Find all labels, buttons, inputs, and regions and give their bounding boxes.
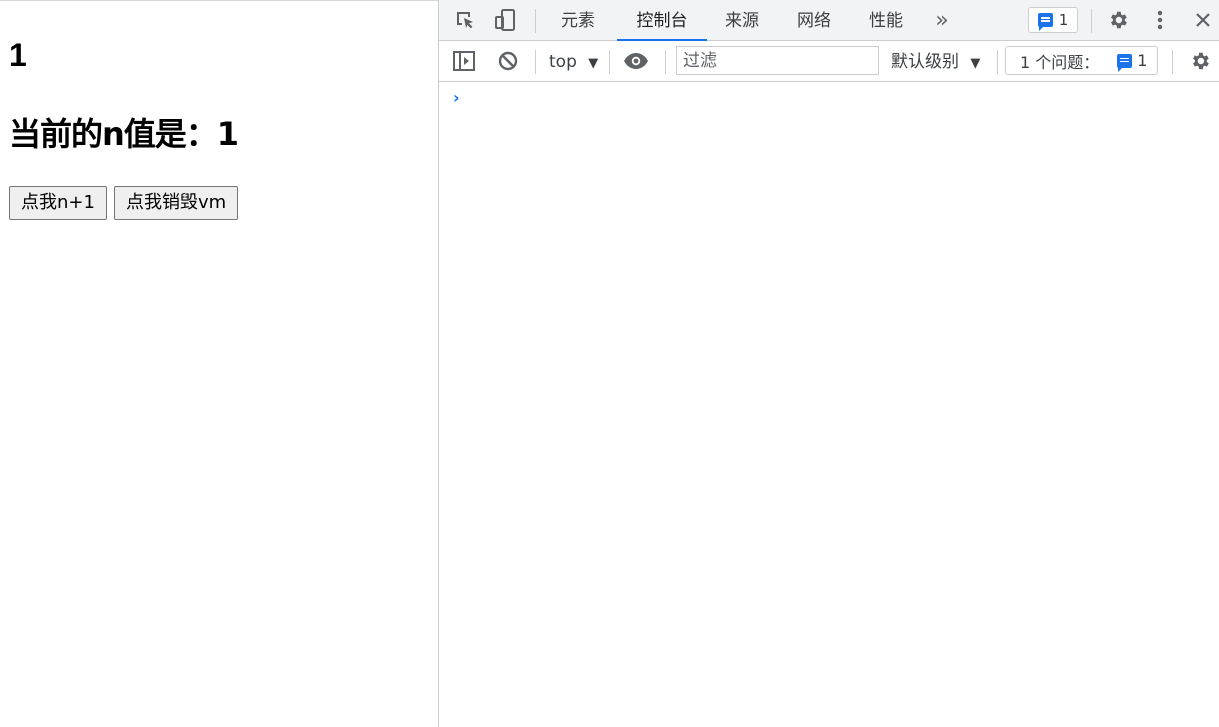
tab-sources[interactable]: 来源	[711, 0, 773, 40]
kebab-menu-icon[interactable]	[1146, 0, 1174, 40]
settings-icon[interactable]	[1103, 0, 1133, 40]
issues-button[interactable]: 1 个问题： 1	[1005, 46, 1158, 75]
settings-icon[interactable]	[1185, 41, 1215, 81]
devtools-tabbar: 元素 控制台 来源 网络 性能 » 1	[439, 0, 1219, 41]
console-toolbar: top ▼ 默认级别 ▼ 1 个问题： 1	[439, 41, 1219, 82]
issues-count: 1	[1137, 51, 1148, 70]
toolbar-divider	[1172, 50, 1173, 74]
tab-elements[interactable]: 元素	[547, 0, 609, 40]
dropdown-arrow-icon: ▼	[588, 56, 599, 71]
issues-label: 1 个问题：	[1020, 52, 1100, 72]
clear-console-icon[interactable]	[495, 41, 521, 81]
context-value: top	[549, 52, 577, 72]
dropdown-arrow-icon: ▼	[970, 56, 981, 71]
toolbar-divider	[1091, 9, 1092, 33]
toolbar-divider	[535, 50, 536, 74]
device-toggle-icon[interactable]	[491, 0, 519, 40]
toolbar-divider	[665, 50, 666, 74]
log-levels-dropdown[interactable]: 默认级别 ▼	[891, 41, 980, 81]
filter-input[interactable]	[676, 46, 879, 75]
issues-icon	[1037, 13, 1053, 31]
issues-badge-button[interactable]: 1	[1028, 7, 1078, 33]
devtools-panel: 元素 控制台 来源 网络 性能 » 1 top ▼ 过滤 默认级别 ▼ 1 个问…	[438, 0, 1219, 727]
eye-icon[interactable]	[621, 41, 651, 81]
tab-performance[interactable]: 性能	[855, 0, 917, 40]
increment-button[interactable]: 点我n+1	[9, 186, 107, 220]
sidebar-toggle-icon[interactable]	[451, 41, 477, 81]
console-prompt[interactable]: ›	[453, 88, 460, 107]
issues-icon	[1117, 53, 1133, 72]
toolbar-divider	[535, 9, 536, 33]
destroy-vm-button[interactable]: 点我销毁vm	[114, 186, 239, 220]
tab-console[interactable]: 控制台	[617, 0, 707, 41]
count-heading: 1	[9, 37, 27, 73]
more-tabs-icon[interactable]: »	[929, 0, 955, 40]
toolbar-divider	[609, 50, 610, 74]
page-viewport: 1 当前的n值是：1 点我n+1 点我销毁vm	[0, 0, 438, 727]
tab-network[interactable]: 网络	[783, 0, 845, 40]
close-icon[interactable]	[1189, 0, 1217, 40]
toolbar-divider	[997, 50, 998, 74]
context-selector[interactable]: top ▼	[549, 41, 598, 81]
issues-badge-count: 1	[1058, 11, 1069, 29]
n-value-heading: 当前的n值是：1	[9, 115, 239, 153]
log-levels-label: 默认级别	[891, 52, 959, 72]
inspect-icon[interactable]	[451, 0, 479, 40]
